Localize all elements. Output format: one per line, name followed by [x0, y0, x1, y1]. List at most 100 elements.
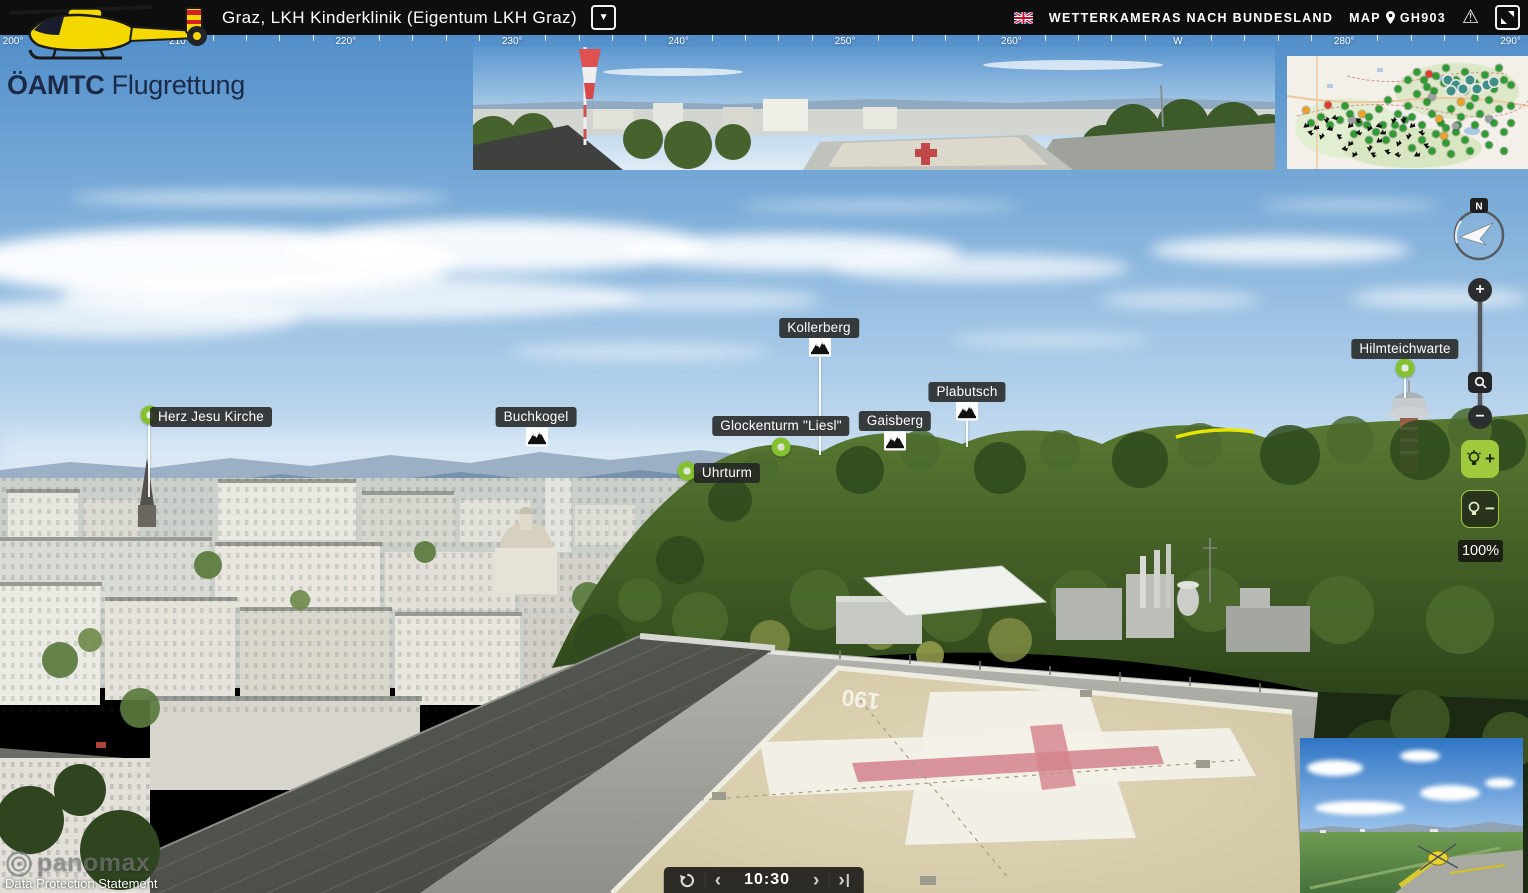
webcam-dot[interactable] [1435, 116, 1442, 123]
zoom-slider-handle[interactable] [1468, 372, 1492, 393]
webcam-dot[interactable] [1428, 110, 1435, 117]
webcam-dot[interactable] [1508, 102, 1515, 109]
webcam-dot[interactable] [1500, 128, 1507, 135]
webcam-dot[interactable] [1440, 133, 1447, 140]
webcam-dot[interactable] [1443, 140, 1450, 147]
webcam-dot[interactable] [1426, 71, 1433, 78]
webcam-dot[interactable] [1399, 125, 1406, 132]
mountain-mark-icon [1351, 151, 1359, 158]
camera-dropdown-button[interactable]: ▼ [591, 5, 616, 30]
webcam-dot[interactable] [1349, 117, 1356, 124]
lightbulb-icon [1465, 450, 1483, 468]
previous-image-button[interactable]: ‹ [706, 871, 730, 890]
webcam-dot[interactable] [1508, 82, 1515, 89]
webcam-dot[interactable] [1365, 114, 1372, 121]
webcam-dot[interactable] [1414, 91, 1421, 98]
fullscreen-icon [1500, 10, 1515, 25]
nav-weather-cameras[interactable]: WETTERKAMERAS NACH BUNDESLAND [1049, 11, 1333, 25]
panomax-logo[interactable]: panomax [5, 849, 157, 878]
webcam-dot[interactable] [1373, 128, 1380, 135]
webcam-dot[interactable] [1428, 147, 1435, 154]
uk-flag-icon[interactable] [1014, 12, 1033, 24]
mountain-mark-icon [1341, 144, 1349, 151]
austria-webcam-map[interactable] [1287, 56, 1528, 169]
brightness-minus-button[interactable]: − [1461, 490, 1499, 528]
footer: panomax Data Protection Statement [5, 849, 157, 891]
helipad-marking: 190 [840, 684, 881, 714]
webcam-dot[interactable] [1341, 102, 1348, 109]
webcam-dot[interactable] [1446, 87, 1455, 96]
compass[interactable]: N [1450, 198, 1508, 262]
webcam-dot[interactable] [1433, 73, 1440, 80]
webcam-dot[interactable] [1496, 65, 1503, 72]
webcam-dot[interactable] [1447, 106, 1454, 113]
webcam-dot[interactable] [1496, 106, 1503, 113]
webcam-dot[interactable] [1458, 84, 1467, 93]
webcam-dot[interactable] [1471, 121, 1478, 128]
webcam-dot[interactable] [1452, 123, 1459, 130]
webcam-dot[interactable] [1303, 107, 1310, 114]
nav-map-label[interactable]: MAP [1349, 11, 1381, 25]
webcam-dot[interactable] [1457, 99, 1464, 106]
webcam-dot[interactable] [1473, 84, 1482, 93]
data-protection-link[interactable]: Data Protection Statement [5, 876, 157, 891]
panomax-lens-icon [5, 850, 33, 878]
webcam-dot[interactable] [1418, 121, 1425, 128]
camera-id[interactable]: GH903 [1400, 11, 1446, 25]
webcam-dot[interactable] [1409, 144, 1416, 151]
webcam-dot[interactable] [1443, 125, 1450, 132]
webcam-dot[interactable] [1351, 130, 1358, 137]
replay-day-button[interactable] [670, 872, 705, 889]
webcam-dot[interactable] [1382, 136, 1389, 143]
webcam-dot[interactable] [1467, 102, 1474, 109]
nav-map-link[interactable]: MAP GH903 [1349, 11, 1446, 25]
webcam-dot[interactable] [1404, 76, 1411, 83]
webcam-dot[interactable] [1462, 68, 1469, 75]
webcam-dot[interactable] [1462, 136, 1469, 143]
webcam-dot[interactable] [1447, 151, 1454, 158]
webcam-dot[interactable] [1414, 68, 1421, 75]
panorama-overview-strip[interactable] [473, 47, 1275, 170]
webcam-dot[interactable] [1365, 136, 1372, 143]
webcam-dot[interactable] [1481, 130, 1488, 137]
fullscreen-button[interactable] [1495, 5, 1520, 30]
webcam-dot[interactable] [1500, 147, 1507, 154]
webcam-dot[interactable] [1404, 102, 1411, 109]
webcam-dot[interactable] [1466, 75, 1475, 84]
webcam-dot[interactable] [1486, 142, 1493, 149]
webcam-dot[interactable] [1423, 83, 1430, 90]
webcam-dot[interactable] [1390, 130, 1397, 137]
latest-image-button[interactable]: › [829, 871, 858, 890]
webcam-dot[interactable] [1428, 93, 1435, 100]
webcam-dot[interactable] [1486, 97, 1493, 104]
webcam-dot[interactable] [1317, 114, 1324, 121]
webcam-dot[interactable] [1476, 110, 1483, 117]
webcam-dot[interactable] [1443, 65, 1450, 72]
webcam-dot[interactable] [1508, 119, 1515, 126]
webcam-dot[interactable] [1324, 101, 1331, 108]
brightness-plus-button[interactable]: + [1461, 440, 1499, 478]
webcam-dot[interactable] [1418, 136, 1425, 143]
webcam-dot[interactable] [1385, 97, 1392, 104]
webcam-dot[interactable] [1486, 116, 1493, 123]
webcam-dot[interactable] [1394, 110, 1401, 117]
webcam-dot[interactable] [1490, 77, 1499, 86]
second-camera-thumbnail[interactable] [1300, 738, 1523, 893]
webcam-dot[interactable] [1500, 76, 1507, 83]
zoom-in-button[interactable]: + [1468, 278, 1492, 302]
webcam-dot[interactable] [1457, 114, 1464, 121]
webcam-dot[interactable] [1481, 72, 1488, 79]
end-bar-icon [847, 874, 850, 887]
mountain-mark-icon [1418, 128, 1426, 136]
warning-icon[interactable]: ⚠ [1462, 8, 1479, 27]
webcam-dot[interactable] [1471, 94, 1478, 101]
webcam-dot[interactable] [1375, 106, 1382, 113]
webcam-dot[interactable] [1467, 147, 1474, 154]
webcam-dot[interactable] [1358, 110, 1365, 117]
webcam-dot[interactable] [1409, 114, 1416, 121]
zoom-slider-track[interactable] [1478, 292, 1482, 418]
webcam-dot[interactable] [1394, 85, 1401, 92]
next-image-button[interactable]: › [804, 871, 828, 890]
zoom-out-button[interactable]: − [1468, 405, 1492, 429]
webcam-dot[interactable] [1433, 130, 1440, 137]
